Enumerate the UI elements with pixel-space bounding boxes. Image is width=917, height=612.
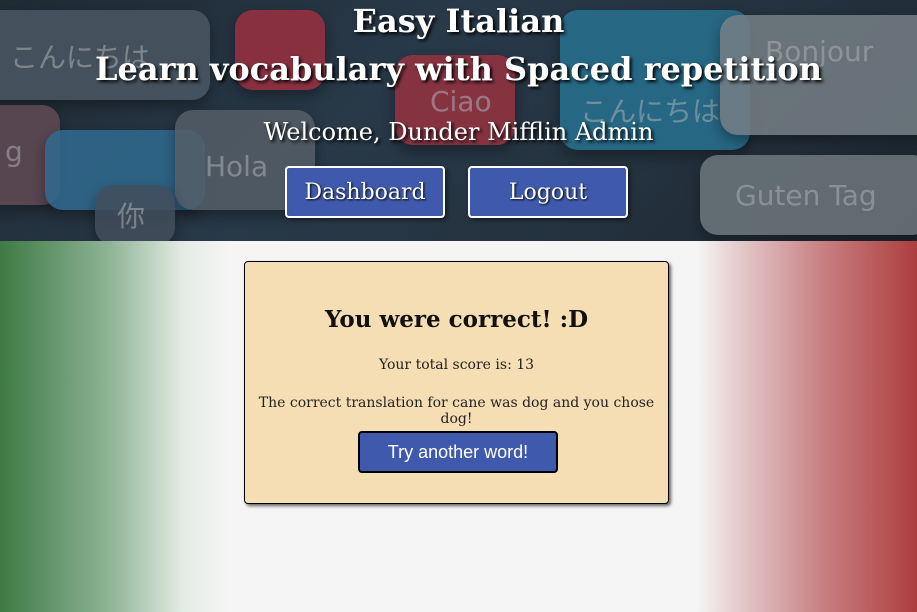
hero-banner: こんにちは g Hola 你 Ciao こんにちは Bonjour Guten … xyxy=(0,0,917,241)
app-title: Easy Italian xyxy=(352,2,565,40)
welcome-message: Welcome, Dunder Mifflin Admin xyxy=(263,118,654,146)
translation-feedback: The correct translation for cane was dog… xyxy=(258,395,655,427)
try-another-word-button[interactable]: Try another word! xyxy=(358,431,558,473)
total-score: Your total score is: 13 xyxy=(378,357,535,373)
feedback-card: You were correct! :D Your total score is… xyxy=(244,261,669,504)
dashboard-button[interactable]: Dashboard xyxy=(285,166,445,218)
logout-button[interactable]: Logout xyxy=(468,166,628,218)
app-tagline: Learn vocabulary with Spaced repetition xyxy=(94,50,823,88)
feedback-heading: You were correct! :D xyxy=(324,306,589,333)
